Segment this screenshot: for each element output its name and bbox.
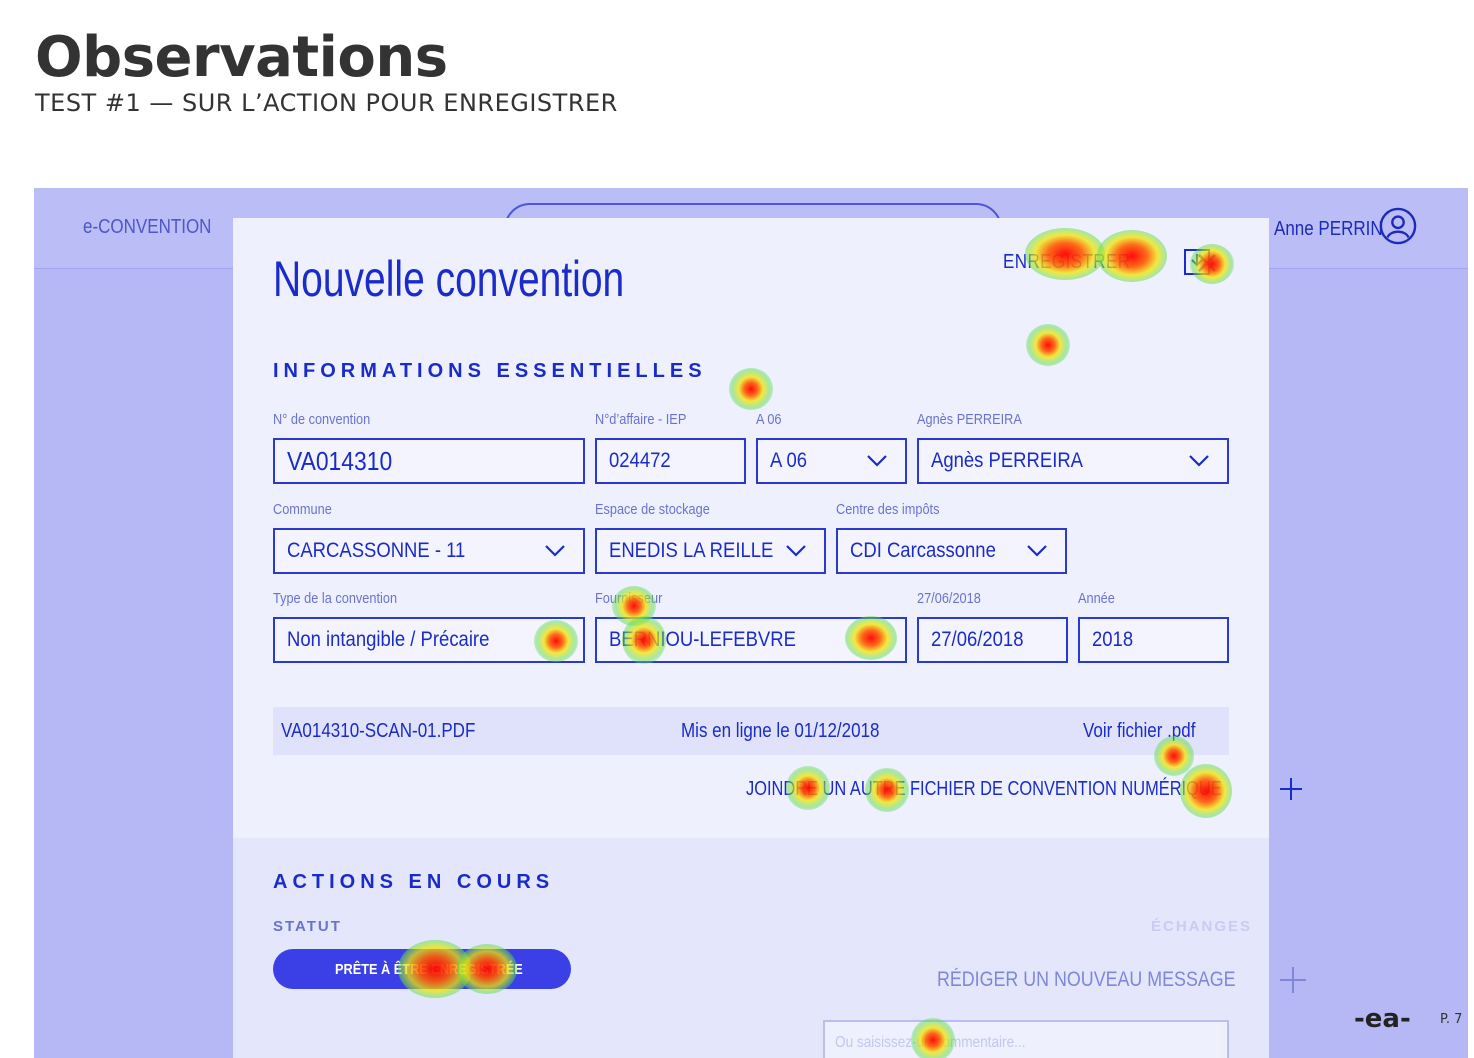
chevron-down-icon (1027, 545, 1047, 557)
stockage-label: Espace de stockage (595, 501, 710, 518)
statut-label: STATUT (273, 918, 342, 935)
annee-field[interactable]: 2018 (1078, 617, 1229, 663)
slide-subtitle: TEST #1 — SUR L’ACTION POUR ENREGISTRER (35, 89, 618, 117)
save-button[interactable]: ENREGISTRER (1003, 246, 1211, 278)
slide-title: Observations (35, 25, 448, 90)
date-field[interactable]: 27/06/2018 (917, 617, 1068, 663)
brand-logo: -ea- (1354, 1004, 1411, 1034)
fournisseur-field[interactable]: BERNIOU-LEFEBVRE (595, 617, 907, 663)
close-icon[interactable] (1195, 251, 1219, 275)
fournisseur-label: Fournisseur (595, 590, 663, 607)
a06-select[interactable]: A 06 (756, 438, 907, 484)
impots-select[interactable]: CDI Carcassonne (836, 528, 1067, 574)
file-name: VA014310-SCAN-01.PDF (281, 719, 476, 742)
commune-label: Commune (273, 501, 332, 518)
attach-file-button[interactable]: JOINDRE UN AUTRE FICHIER DE CONVENTION N… (746, 776, 1304, 802)
new-convention-modal: Nouvelle convention ENREGISTRER INFORMAT… (233, 218, 1307, 1058)
chevron-down-icon (786, 545, 806, 557)
agent-select[interactable]: Agnès PERREIRA (917, 438, 1229, 484)
date-label: 27/06/2018 (917, 590, 981, 607)
section-essentials-title: INFORMATIONS ESSENTIELLES (273, 360, 707, 382)
new-message-button[interactable]: RÉDIGER UN NOUVEAU MESSAGE (937, 965, 1308, 995)
convention-no-field[interactable]: VA014310 (273, 438, 585, 484)
attach-file-label: JOINDRE UN AUTRE FICHIER DE CONVENTION N… (746, 777, 1222, 800)
section-actions-title: ACTIONS EN COURS (273, 871, 555, 893)
convention-no-label: N° de convention (273, 411, 371, 428)
user-icon[interactable] (1379, 207, 1417, 245)
attached-file-row: VA014310-SCAN-01.PDF Mis en ligne le 01/… (273, 707, 1229, 755)
impots-label: Centre des impôts (836, 501, 940, 518)
affaire-field[interactable]: 024472 (595, 438, 746, 484)
app-screenshot: e-CONVENTION Anne PERRIN Nouvelle conven… (34, 188, 1468, 1058)
agent-label: Agnès PERREIRA (917, 411, 1022, 428)
comment-input[interactable]: Ou saisissez-un commentaire... (823, 1020, 1229, 1058)
file-upload-date: Mis en ligne le 01/12/2018 (681, 719, 880, 742)
affaire-label: N°d’affaire - IEP (595, 411, 687, 428)
new-message-label: RÉDIGER UN NOUVEAU MESSAGE (937, 968, 1236, 991)
commune-select[interactable]: CARCASSONNE - 11 (273, 528, 585, 574)
chevron-down-icon (1189, 455, 1209, 467)
plus-icon (1280, 967, 1307, 993)
type-label: Type de la convention (273, 590, 398, 607)
page-number: P. 7 (1440, 1012, 1463, 1027)
echanges-label[interactable]: ÉCHANGES (1151, 918, 1252, 935)
type-field[interactable]: Non intangible / Précaire (273, 617, 585, 663)
view-file-link[interactable]: Voir fichier .pdf (1083, 720, 1195, 743)
save-label: ENREGISTRER (1003, 250, 1131, 273)
stockage-select[interactable]: ENEDIS LA REILLE (595, 528, 826, 574)
plus-icon (1280, 778, 1303, 800)
user-name[interactable]: Anne PERRIN (1274, 218, 1383, 241)
annee-label: Année (1078, 590, 1115, 607)
chevron-down-icon (545, 545, 565, 557)
chevron-down-icon (867, 455, 887, 467)
modal-title: Nouvelle convention (273, 251, 625, 307)
app-name[interactable]: e-CONVENTION (83, 216, 211, 239)
status-badge[interactable]: PRÊTE À ÊTRE ENREGISTRÉE (273, 949, 571, 989)
a06-label: A 06 (756, 411, 782, 428)
